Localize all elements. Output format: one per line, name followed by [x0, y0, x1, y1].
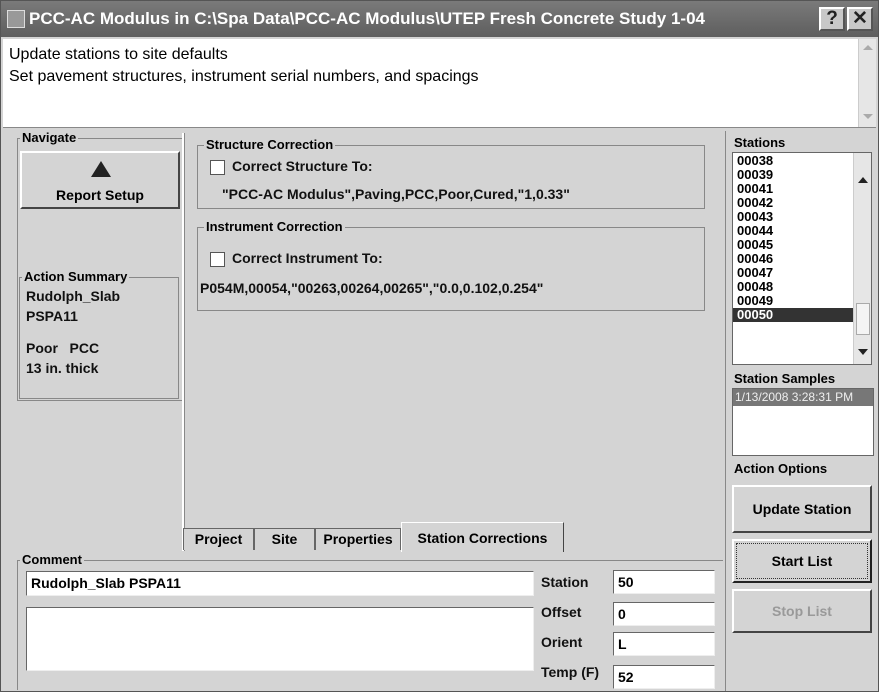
orient-input[interactable]: L [613, 632, 715, 656]
report-setup-button[interactable]: Report Setup [20, 151, 180, 209]
station-item[interactable]: 00044 [733, 224, 854, 238]
station-item[interactable]: 00046 [733, 252, 854, 266]
action-options-legend: Action Options [732, 461, 830, 476]
start-list-button[interactable]: Start List [732, 539, 872, 583]
report-setup-label: Report Setup [56, 187, 144, 203]
station-samples-list[interactable]: 1/13/2008 3:28:31 PM [732, 388, 874, 456]
comment-notes-textarea[interactable] [26, 607, 534, 671]
right-divider [725, 131, 726, 691]
app-icon [7, 10, 25, 28]
action-summary-legend: Action Summary [22, 269, 130, 284]
title-bar[interactable]: PCC-AC Modulus in C:\Spa Data\PCC-AC Mod… [1, 1, 878, 37]
tab-page-edge [182, 133, 185, 551]
scroll-up-icon[interactable] [863, 45, 873, 50]
station-item[interactable]: 00049 [733, 294, 854, 308]
correct-structure-checkbox[interactable] [210, 160, 225, 175]
summary-site: Rudolph_Slab [26, 288, 121, 304]
close-button[interactable]: ✕ [847, 7, 873, 31]
temp-input[interactable]: 52 [613, 665, 715, 689]
comment-line-input[interactable]: Rudolph_Slab PSPA11 [26, 571, 534, 596]
info-scrollbar[interactable] [858, 39, 876, 127]
summary-device: PSPA11 [26, 308, 78, 324]
instrument-correction-legend: Instrument Correction [204, 219, 345, 234]
structure-value: "PCC-AC Modulus",Paving,PCC,Poor,Cured,"… [222, 186, 570, 202]
tab-properties[interactable]: Properties [315, 528, 401, 550]
temp-label: Temp (F) [541, 664, 600, 680]
stations-items: 00038 00039 00041 00042 00043 00044 00045 00046… [733, 154, 871, 322]
station-input[interactable]: 50 [613, 570, 715, 594]
station-item[interactable]: 00042 [733, 196, 854, 210]
orient-label: Orient [541, 634, 583, 650]
correct-instrument-label: Correct Instrument To: [232, 250, 383, 266]
tab-station-corrections[interactable]: Station Corrections [401, 522, 564, 552]
update-station-button[interactable]: Update Station [732, 485, 872, 533]
action-summary-group: Action Summary Rudolph_Slab PSPA11 Poor … [19, 269, 179, 399]
station-item[interactable]: 00043 [733, 210, 854, 224]
structure-correction-group: Structure Correction Correct Structure T… [197, 137, 705, 209]
instrument-value: P054M,00054,"00263,00264,00265","0.0,0.1… [200, 280, 544, 296]
structure-correction-legend: Structure Correction [204, 137, 336, 152]
correct-structure-label: Correct Structure To: [232, 158, 373, 174]
info-line-1: Update stations to site defaults [9, 46, 228, 63]
station-samples-legend: Station Samples [732, 371, 838, 386]
navigate-legend: Navigate [20, 130, 79, 145]
application-window: PCC-AC Modulus in C:\Spa Data\PCC-AC Mod… [0, 0, 879, 692]
stations-scrollbar[interactable] [853, 153, 871, 364]
tab-project[interactable]: Project [183, 528, 254, 550]
offset-input[interactable]: 0 [613, 602, 715, 626]
station-item[interactable]: 00038 [733, 154, 854, 168]
stations-legend: Stations [732, 135, 788, 150]
help-button[interactable]: ? [819, 7, 845, 31]
info-area: Update stations to site defaults Set pav… [3, 39, 876, 128]
up-arrow-icon [91, 161, 111, 177]
scroll-down-icon[interactable] [863, 114, 873, 119]
tab-site[interactable]: Site [254, 528, 315, 550]
scroll-down-icon[interactable] [858, 349, 868, 355]
comment-legend: Comment [20, 552, 84, 567]
sample-item[interactable]: 1/13/2008 3:28:31 PM [733, 389, 873, 406]
correct-instrument-checkbox[interactable] [210, 252, 225, 267]
station-item[interactable]: 00048 [733, 280, 854, 294]
window-title: PCC-AC Modulus in C:\Spa Data\PCC-AC Mod… [29, 9, 705, 28]
instrument-correction-group: Instrument Correction Correct Instrument… [197, 219, 705, 311]
station-item[interactable]: 00041 [733, 182, 854, 196]
station-item[interactable]: 00045 [733, 238, 854, 252]
stop-list-button[interactable]: Stop List [732, 589, 872, 633]
station-item[interactable]: 00047 [733, 266, 854, 280]
station-label: Station [541, 574, 589, 590]
info-line-2: Set pavement structures, instrument seri… [9, 68, 479, 85]
offset-label: Offset [541, 604, 582, 620]
station-item[interactable]: 00050 [733, 308, 854, 322]
summary-condition: Poor PCC [26, 340, 100, 356]
scroll-up-icon[interactable] [858, 177, 868, 183]
stations-list[interactable]: 00038 00039 00041 00042 00043 00044 00045 00046… [732, 152, 872, 365]
summary-thickness: 13 in. thick [26, 360, 99, 376]
scroll-thumb[interactable] [856, 303, 870, 335]
station-item[interactable]: 00039 [733, 168, 854, 182]
